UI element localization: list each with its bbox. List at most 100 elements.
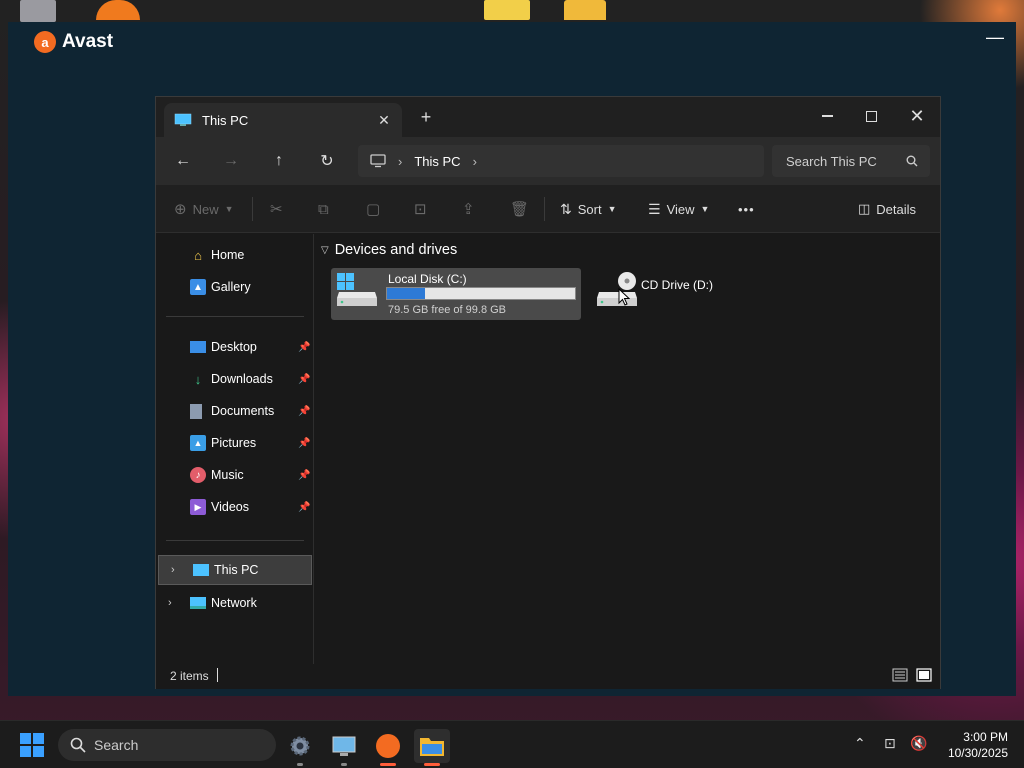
file-explorer-window: This PC ✕ + ✕ ← → ↑ ↻ › This PC › Search… bbox=[155, 96, 941, 689]
taskbar: Search ⌃ ⊡ 🔇 3:00 PM 10/30/2025 bbox=[0, 720, 1024, 768]
sidebar-item-network[interactable]: › Network bbox=[156, 588, 313, 618]
new-plus-icon: ⊕ bbox=[174, 201, 187, 218]
pin-icon[interactable]: 📌 bbox=[298, 406, 310, 417]
devices-section-header[interactable]: ▽ Devices and drives bbox=[321, 242, 457, 258]
sort-label: Sort bbox=[577, 201, 602, 217]
sidebar-item-gallery[interactable]: ▲ Gallery bbox=[156, 272, 313, 302]
copy-button[interactable]: ⧉ bbox=[318, 197, 329, 221]
minimize-button[interactable] bbox=[804, 101, 850, 131]
avast-minimize-button[interactable]: — bbox=[986, 28, 1004, 48]
tab-this-pc[interactable]: This PC ✕ bbox=[164, 103, 402, 137]
taskbar-search-label: Search bbox=[94, 737, 139, 753]
up-arrow-icon: ↑ bbox=[275, 152, 283, 169]
delete-button[interactable]: 🗑 bbox=[510, 197, 529, 221]
breadcrumb-chevron-icon[interactable]: › bbox=[398, 154, 402, 169]
sidebar-item-label: Videos bbox=[211, 500, 249, 514]
taskbar-clock[interactable]: 3:00 PM 10/30/2025 bbox=[938, 729, 1008, 761]
start-button[interactable] bbox=[20, 733, 44, 757]
breadcrumb-this-pc[interactable]: This PC bbox=[414, 154, 460, 169]
share-button[interactable]: ⇪ bbox=[462, 197, 475, 221]
close-button[interactable]: ✕ bbox=[894, 101, 940, 131]
tab-close-icon[interactable]: ✕ bbox=[376, 112, 392, 129]
sidebar-item-pictures[interactable]: ▲ Pictures 📌 bbox=[156, 428, 313, 458]
pin-icon[interactable]: 📌 bbox=[298, 374, 310, 385]
sidebar-item-videos[interactable]: ▶ Videos 📌 bbox=[156, 492, 313, 522]
sidebar-item-downloads[interactable]: ↓ Downloads 📌 bbox=[156, 364, 313, 394]
this-pc-icon bbox=[193, 564, 209, 576]
sidebar-item-label: Gallery bbox=[211, 280, 251, 294]
view-icon: ☰ bbox=[648, 200, 661, 217]
drive-item-cd-drive-d[interactable]: CD Drive (D:) bbox=[591, 270, 751, 318]
breadcrumb-chevron-icon[interactable]: › bbox=[473, 154, 477, 169]
downloads-icon: ↓ bbox=[194, 371, 202, 387]
view-button[interactable]: ☰ View ▼ bbox=[648, 197, 709, 221]
paste-button[interactable]: ▢ bbox=[366, 197, 380, 221]
details-pane-button[interactable]: ◫ Details bbox=[858, 197, 916, 221]
details-view-icon[interactable] bbox=[892, 668, 908, 682]
running-indicator bbox=[380, 763, 396, 766]
drive-usage-bar bbox=[386, 287, 576, 300]
cd-drive-icon bbox=[597, 272, 637, 306]
refresh-icon: ↻ bbox=[320, 153, 334, 170]
monitor-icon bbox=[370, 154, 386, 168]
taskbar-file-explorer[interactable] bbox=[414, 729, 450, 766]
minimize-icon bbox=[821, 115, 833, 117]
forward-button[interactable]: → bbox=[218, 149, 244, 173]
expand-chevron-icon[interactable]: › bbox=[168, 597, 172, 609]
search-input[interactable]: Search This PC bbox=[786, 154, 877, 169]
drive-item-local-disk-c[interactable]: Local Disk (C:) 79.5 GB free of 99.8 GB bbox=[331, 268, 581, 320]
taskbar-control-panel[interactable] bbox=[326, 729, 362, 766]
cut-button[interactable]: ✂ bbox=[270, 197, 283, 221]
desktop-folder-shortcut-icon[interactable] bbox=[564, 0, 606, 20]
back-button[interactable]: ← bbox=[170, 149, 196, 173]
show-hidden-icons-button[interactable]: ⌃ bbox=[854, 735, 866, 752]
sidebar-item-music[interactable]: ♪ Music 📌 bbox=[156, 460, 313, 490]
network-icon bbox=[190, 597, 206, 609]
tab-title: This PC bbox=[202, 112, 249, 128]
desktop-file-shortcut-icon[interactable] bbox=[484, 0, 530, 20]
volume-muted-icon[interactable]: 🔇 bbox=[910, 735, 927, 752]
home-icon: ⌂ bbox=[194, 247, 202, 263]
toolbar-divider bbox=[544, 197, 545, 221]
new-tab-button[interactable]: + bbox=[418, 108, 434, 126]
expand-chevron-icon[interactable]: › bbox=[171, 564, 175, 576]
sidebar-item-desktop[interactable]: Desktop 📌 bbox=[156, 332, 313, 362]
windows-logo-icon bbox=[33, 746, 44, 757]
navigation-pane: ⌂ Home ▲ Gallery Desktop 📌 ↓ Downloads 📌… bbox=[156, 234, 314, 664]
pin-icon[interactable]: 📌 bbox=[298, 438, 310, 449]
network-status-icon[interactable]: ⊡ bbox=[884, 735, 896, 752]
copy-icon: ⧉ bbox=[318, 200, 329, 218]
maximize-button[interactable] bbox=[848, 101, 894, 131]
taskbar-search[interactable]: Search bbox=[58, 729, 276, 761]
taskbar-settings[interactable] bbox=[282, 729, 318, 766]
sidebar-item-label: Documents bbox=[211, 404, 275, 418]
search-icon bbox=[70, 737, 86, 753]
pin-icon[interactable]: 📌 bbox=[298, 342, 310, 353]
chevron-down-icon: ▼ bbox=[607, 204, 617, 214]
sidebar-item-documents[interactable]: Documents 📌 bbox=[156, 396, 313, 426]
rename-button[interactable]: ⊡ bbox=[414, 197, 427, 221]
navigation-bar: ← → ↑ ↻ › This PC › Search This PC bbox=[156, 137, 940, 185]
address-bar[interactable]: › This PC › bbox=[358, 145, 764, 177]
clock-date: 10/30/2025 bbox=[947, 746, 1008, 760]
sort-button[interactable]: ⇅ Sort ▼ bbox=[560, 197, 617, 221]
more-options-icon: ••• bbox=[738, 201, 755, 217]
item-count: 2 items bbox=[170, 669, 209, 683]
drive-usage-fill bbox=[387, 288, 425, 299]
windows-logo-icon bbox=[20, 746, 31, 757]
sidebar-item-this-pc[interactable]: › This PC bbox=[158, 555, 312, 585]
sidebar-item-label: Downloads bbox=[211, 372, 273, 386]
more-options-button[interactable]: ••• bbox=[738, 197, 755, 221]
up-button[interactable]: ↑ bbox=[266, 149, 292, 173]
taskbar-avast[interactable] bbox=[370, 729, 406, 766]
tiles-view-icon[interactable] bbox=[916, 668, 932, 682]
refresh-button[interactable]: ↻ bbox=[314, 149, 340, 173]
desktop-shortcut-icon[interactable] bbox=[20, 0, 56, 22]
paste-icon: ▢ bbox=[366, 201, 381, 218]
search-box[interactable]: Search This PC bbox=[772, 145, 930, 177]
sidebar-item-home[interactable]: ⌂ Home bbox=[156, 240, 313, 270]
pin-icon[interactable]: 📌 bbox=[298, 470, 310, 481]
pin-icon[interactable]: 📌 bbox=[298, 502, 310, 513]
rename-icon: ⊡ bbox=[414, 201, 427, 218]
new-button[interactable]: ⊕ New ▼ bbox=[174, 197, 234, 221]
